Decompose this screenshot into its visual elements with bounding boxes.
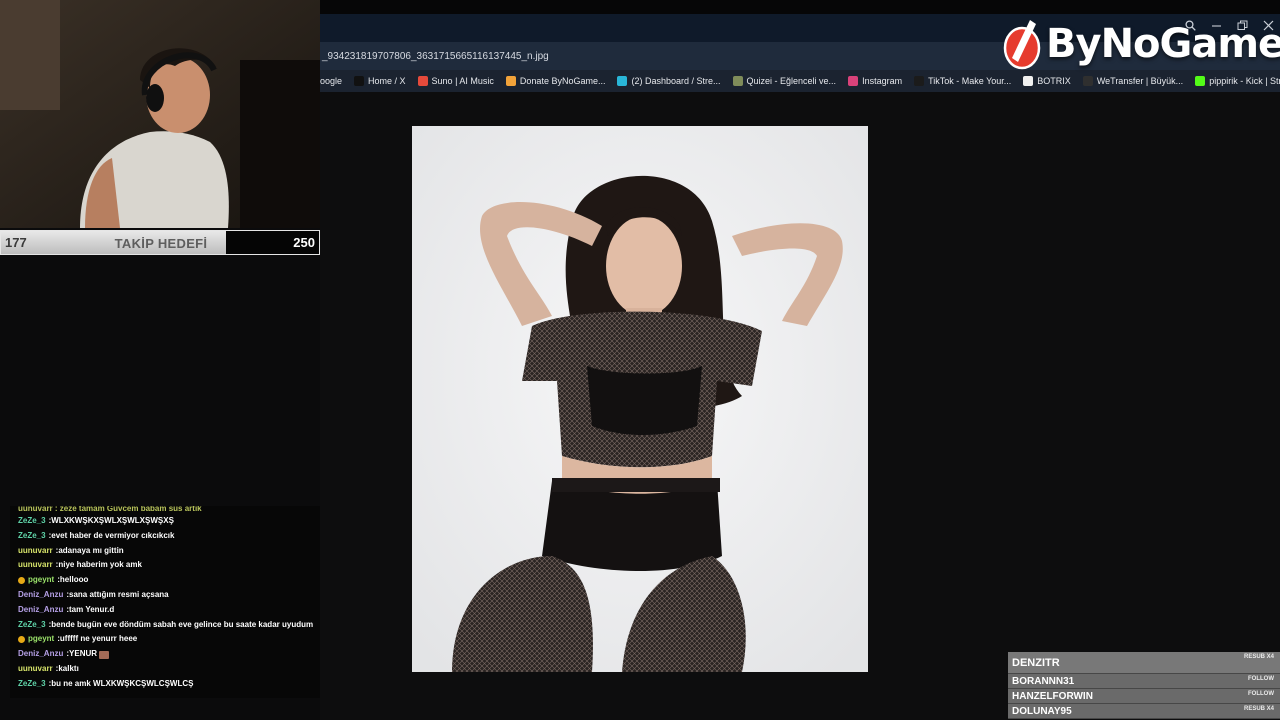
chat-message-text: tam Yenur.d: [69, 604, 115, 614]
chat-username[interactable]: ZeZe_3: [18, 677, 46, 692]
chat-username[interactable]: ZeZe_3: [18, 618, 46, 633]
chat-username[interactable]: Deniz_Anzu: [18, 588, 63, 603]
bookmark-label: oogle: [320, 76, 343, 86]
chat-message: ZeZe_3: bende bugün eve döndüm sabah eve…: [10, 618, 320, 633]
bookmark-label: TikTok - Make Your...: [928, 76, 1012, 86]
bookmark-label: (2) Dashboard / Stre...: [631, 76, 721, 86]
bookmark-item[interactable]: Quizei - Eğlenceli ve...: [732, 76, 837, 86]
recent-events-list: DENZITR RESUB X4 BORANNN31 FOLLOW HANZELFORW…: [1008, 652, 1280, 719]
url-text[interactable]: _934231819707806_3631715665116137445_n.j…: [322, 51, 549, 62]
chat-message-text: adanaya mı gittin: [58, 545, 124, 555]
bookmark-label: Donate ByNoGame...: [519, 76, 606, 86]
bookmark-item[interactable]: TikTok - Make Your...: [914, 76, 1011, 86]
chat-emote-icon: [99, 650, 110, 659]
chat-username[interactable]: Deniz_Anzu: [18, 603, 63, 618]
bookmark-label: Home / X: [368, 76, 406, 86]
chat-message-text: bende bugün eve döndüm sabah eve gelince…: [51, 619, 314, 629]
event-type-label: RESUB X4: [1243, 654, 1274, 660]
bookmark-favicon-icon: [505, 76, 516, 86]
event-type-label: RESUB X4: [1243, 706, 1274, 712]
bookmark-label: BOTRIX: [1037, 76, 1071, 86]
chat-message: ZeZe_3: bu ne amk WLXKWŞKCŞWLCŞWLCŞ: [10, 677, 320, 692]
chat-username[interactable]: uunuvarr: [18, 662, 53, 677]
chat-message-text: YENUR: [69, 649, 98, 659]
chat-message-text: kalktı: [58, 663, 79, 673]
chat-username[interactable]: uunuvarr: [18, 558, 53, 573]
chat-message-text: WLXKWŞKXŞWLXŞWLXŞWŞXŞ: [51, 516, 174, 525]
event-row: HANZELFORWIN FOLLOW: [1008, 689, 1280, 704]
chat-badge-icon: [18, 577, 25, 585]
bookmark-item[interactable]: Donate ByNoGame...: [505, 76, 606, 86]
event-username: BORANNN31: [1012, 676, 1075, 687]
chat-message: ZeZe_3: evet haber de vermiyor cıkcıkcık: [10, 529, 320, 544]
chat-message: ZeZe_3: WLXKWŞKXŞWLXŞWLXŞWŞXŞ: [10, 514, 320, 529]
bookmark-item[interactable]: pippirik - Kick | Strea...: [1195, 76, 1280, 86]
bookmark-favicon-icon: [914, 76, 925, 86]
chat-message: Deniz_Anzu: sana attığım resmi açsana: [10, 588, 320, 603]
displayed-image: [412, 126, 868, 672]
bookmark-favicon-icon: [848, 76, 859, 86]
chat-message: Deniz_Anzu: YENUR: [10, 647, 320, 662]
chat-message-text: ufffff ne yenurr heee: [59, 634, 138, 644]
event-row: DOLUNAY95 RESUB X4: [1008, 704, 1280, 719]
chat-username[interactable]: pgeynt: [28, 632, 54, 647]
bookmark-label: pippirik - Kick | Strea...: [1209, 76, 1280, 86]
event-username: HANZELFORWIN: [1012, 691, 1093, 702]
bookmark-item[interactable]: WeTransfer | Büyük...: [1082, 76, 1184, 86]
chat-message: pgeynt: ufffff ne yenurr heee: [10, 632, 320, 647]
goal-label: TAKİP HEDEFİ: [114, 236, 208, 251]
bookmark-label: Suno | AI Music: [431, 76, 494, 86]
chat-message: uunuvarr: adanaya mı gittin: [10, 544, 320, 559]
chat-message-text: uunuvarr : zeze tamam Güvcem babam sus a…: [18, 506, 202, 513]
chat-message-text: niye haberim yok amk: [58, 560, 142, 570]
bookmark-favicon-icon: [1023, 76, 1034, 86]
event-row: DENZITR RESUB X4: [1008, 652, 1280, 674]
bookmark-favicon-icon: [1082, 76, 1093, 86]
event-username: DENZITR: [1012, 657, 1060, 669]
bookmark-item[interactable]: Home / X: [354, 76, 406, 86]
chat-username[interactable]: ZeZe_3: [18, 514, 46, 529]
chat-message: pgeynt: hellooo: [10, 573, 320, 588]
bookmark-label: Instagram: [862, 76, 903, 86]
brand-name: ByNoGame: [1046, 21, 1280, 67]
bookmark-item[interactable]: oogle: [320, 76, 342, 86]
chat-overlay: uunuvarr : zeze tamam Güvcem babam sus a…: [10, 506, 320, 698]
webcam-feed: [0, 0, 320, 228]
bookmark-item[interactable]: (2) Dashboard / Stre...: [617, 76, 721, 86]
chat-message: Deniz_Anzu: tam Yenur.d: [10, 603, 320, 618]
event-type-label: FOLLOW: [1248, 691, 1274, 697]
event-username: DOLUNAY95: [1012, 706, 1072, 717]
chat-message-text: bu ne amk WLXKWŞKCŞWLCŞWLCŞ: [51, 678, 194, 688]
bookmark-favicon-icon: [732, 76, 743, 86]
bookmark-favicon-icon: [354, 76, 365, 86]
bookmark-item[interactable]: Suno | AI Music: [417, 76, 494, 86]
bookmark-item[interactable]: Instagram: [848, 76, 902, 86]
chat-message: uunuvarr: niye haberim yok amk: [10, 558, 320, 573]
chat-message-text: evet haber de vermiyor cıkcıkcık: [51, 530, 175, 540]
chat-username[interactable]: Deniz_Anzu: [18, 647, 63, 662]
brand-logo: ByNoGame: [1002, 16, 1280, 72]
bookmark-favicon-icon: [617, 76, 628, 86]
event-type-label: FOLLOW: [1248, 676, 1274, 682]
chat-message-text: hellooo: [59, 575, 89, 585]
chat-username[interactable]: ZeZe_3: [18, 529, 46, 544]
chat-message-text: sana attığım resmi açsana: [69, 589, 169, 599]
chat-message-partial: uunuvarr : zeze tamam Güvcem babam sus a…: [10, 506, 320, 514]
bookmark-favicon-icon: [1195, 76, 1206, 86]
bookmark-label: Quizei - Eğlenceli ve...: [746, 76, 837, 86]
stream-screen: _934231819707806_3631715665116137445_n.j…: [0, 0, 1280, 720]
chat-message: uunuvarr: kalktı: [10, 662, 320, 677]
brand-logo-icon: [1003, 20, 1041, 70]
chat-badge-icon: [18, 636, 25, 644]
bookmark-favicon-icon: [417, 76, 428, 86]
event-row: BORANNN31 FOLLOW: [1008, 674, 1280, 689]
chat-username[interactable]: uunuvarr: [18, 544, 53, 559]
bookmark-label: WeTransfer | Büyük...: [1096, 76, 1184, 86]
chat-username[interactable]: pgeynt: [28, 573, 54, 588]
bookmark-item[interactable]: BOTRIX: [1023, 76, 1071, 86]
bookmarks-bar: oogle Home / X Suno | AI Music Donate ByNoG…: [320, 70, 1280, 92]
follow-goal-bar: 177 250 TAKİP HEDEFİ: [0, 230, 320, 255]
